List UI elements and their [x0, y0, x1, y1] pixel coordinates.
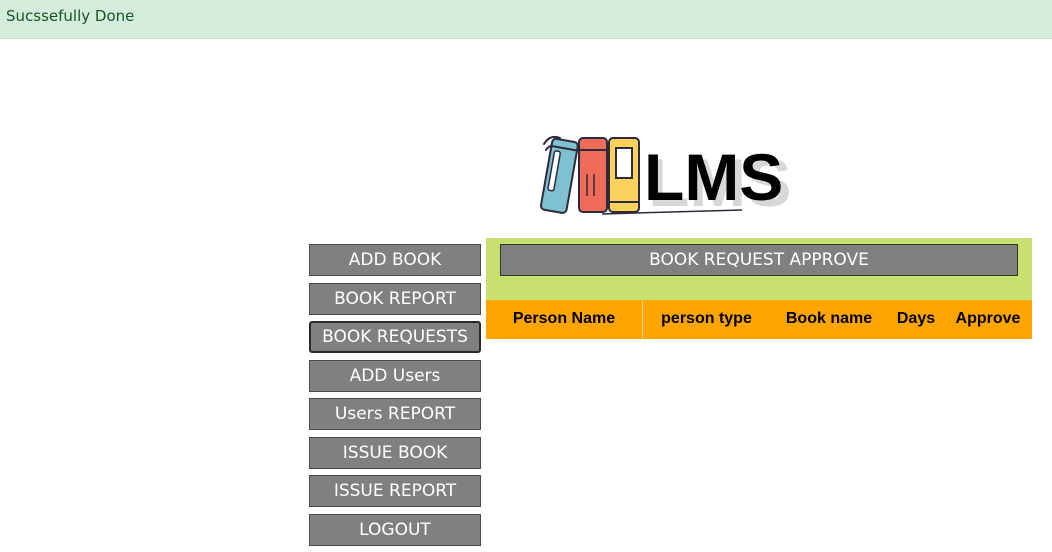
issue-report-button[interactable]: ISSUE REPORT: [309, 475, 481, 507]
users-report-button[interactable]: Users REPORT: [309, 398, 481, 430]
add-users-button[interactable]: ADD Users: [309, 359, 481, 392]
book-requests-button[interactable]: BOOK REQUESTS: [309, 321, 481, 353]
books-logo-icon: LMS LMS: [539, 135, 792, 221]
column-header-days: Days: [896, 310, 936, 327]
alert-message: Sucssefully Done: [6, 7, 135, 25]
column-header-approve: Approve: [955, 310, 1021, 327]
column-header-person-name: Person Name: [486, 300, 643, 339]
admin-menu: ADD BOOK BOOK REPORT BOOK REQUESTS ADD U…: [309, 244, 481, 552]
issue-book-button[interactable]: ISSUE BOOK: [309, 436, 481, 469]
lms-logo: LMS LMS: [532, 128, 810, 221]
add-book-button[interactable]: ADD BOOK: [309, 244, 481, 276]
success-alert: Sucssefully Done: [0, 0, 1052, 39]
column-header-book-name: Book name: [785, 310, 873, 327]
requests-table-header: Person Name person type Book name Days A…: [486, 300, 1032, 339]
panel-title: BOOK REQUEST APPROVE: [500, 244, 1018, 276]
book-report-button[interactable]: BOOK REPORT: [309, 282, 481, 315]
column-header-person-type: person type: [661, 310, 752, 327]
request-panel: BOOK REQUEST APPROVE: [486, 238, 1032, 300]
logout-button[interactable]: LOGOUT: [309, 513, 481, 546]
logo-text: LMS: [644, 140, 783, 214]
